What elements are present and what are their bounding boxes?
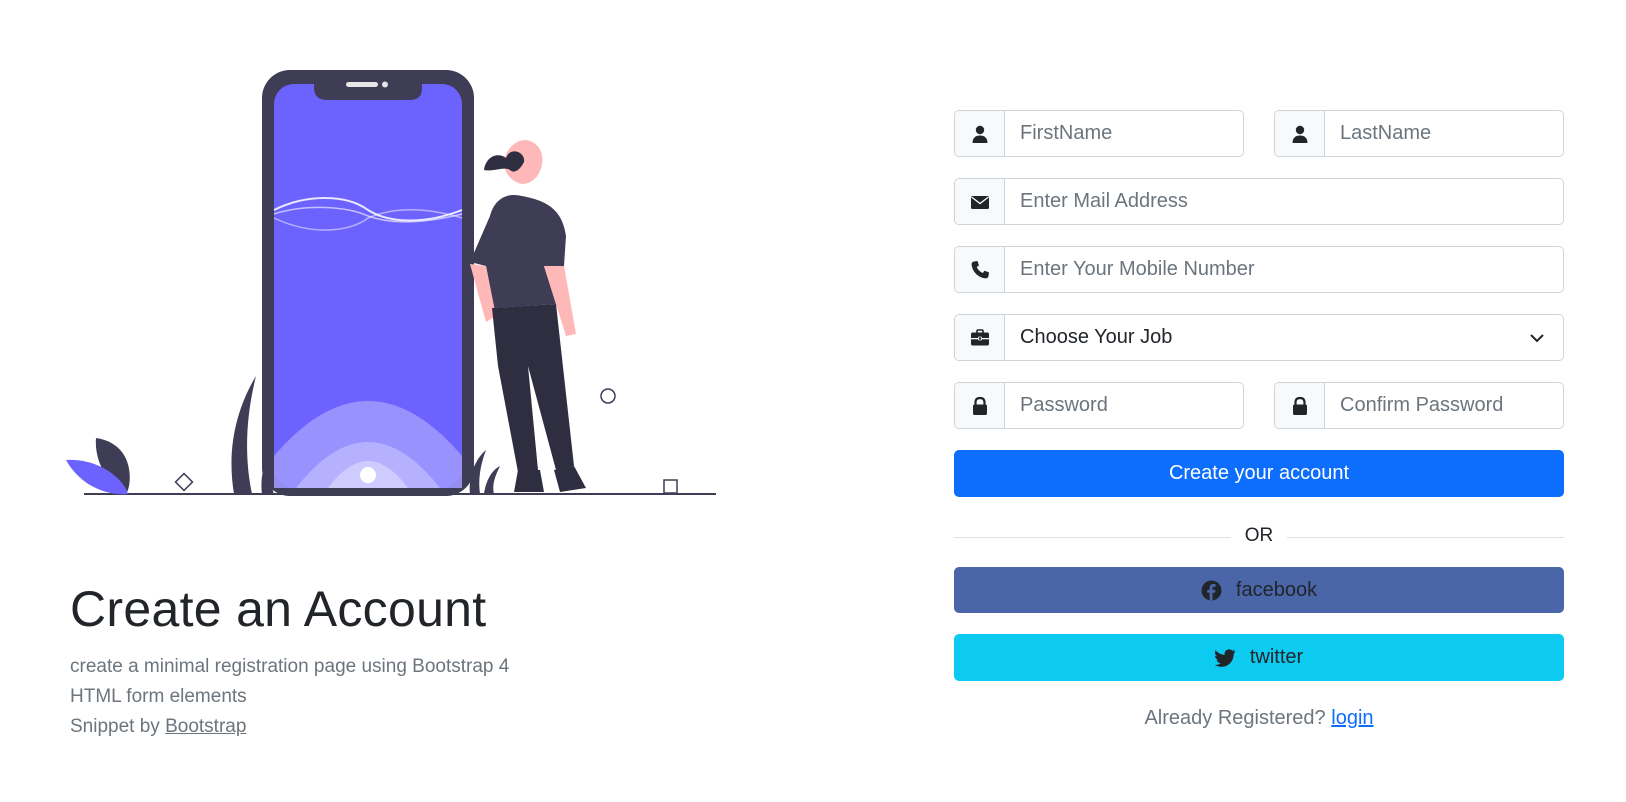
email-row xyxy=(954,178,1564,225)
twitter-icon xyxy=(1214,649,1236,667)
hero-section: Create an Account create a minimal regis… xyxy=(0,0,860,802)
last-name-group xyxy=(1274,110,1564,157)
twitter-label: twitter xyxy=(1249,646,1304,668)
user-icon xyxy=(1275,111,1325,156)
login-prompt: Already Registered? login xyxy=(954,707,1564,730)
password-group xyxy=(954,382,1244,429)
page-title: Create an Account xyxy=(70,581,487,637)
already-registered-text: Already Registered? xyxy=(1144,707,1326,729)
create-account-button[interactable]: Create your account xyxy=(954,450,1564,497)
chevron-down-icon xyxy=(1530,333,1544,342)
snippet-prefix: Snippet by xyxy=(70,716,166,737)
facebook-icon xyxy=(1201,580,1222,600)
or-label: OR xyxy=(1230,525,1288,546)
facebook-label: facebook xyxy=(1235,578,1318,601)
email-input[interactable] xyxy=(1020,190,1563,213)
email-group xyxy=(954,178,1564,225)
job-select-value: Choose Your Job xyxy=(1020,326,1173,348)
user-icon xyxy=(955,111,1005,156)
first-name-group xyxy=(954,110,1244,157)
job-row: Choose Your Job xyxy=(954,314,1564,361)
name-row xyxy=(954,110,1564,157)
lock-icon xyxy=(1275,383,1325,428)
snippet-credit: Snippet by Bootstrap xyxy=(70,712,509,742)
job-group: Choose Your Job xyxy=(954,314,1564,361)
bootstrap-link[interactable]: Bootstrap xyxy=(165,716,246,737)
phone-icon xyxy=(955,247,1005,292)
phone-person-illustration xyxy=(66,70,716,496)
first-name-input[interactable] xyxy=(1020,122,1243,145)
mobile-row xyxy=(954,246,1564,293)
briefcase-icon xyxy=(955,315,1005,360)
password-input[interactable] xyxy=(1020,394,1243,417)
or-divider: OR xyxy=(954,525,1564,549)
lock-icon xyxy=(955,383,1005,428)
last-name-input[interactable] xyxy=(1340,122,1563,145)
login-link[interactable]: login xyxy=(1331,707,1373,729)
description-line-2: HTML form elements xyxy=(70,686,247,707)
password-row xyxy=(954,382,1564,429)
twitter-button[interactable]: twitter xyxy=(954,634,1564,681)
confirm-password-group xyxy=(1274,382,1564,429)
registration-form: Choose Your Job Create your account OR f… xyxy=(954,110,1564,730)
description-line-1: create a minimal registration page using… xyxy=(70,656,510,677)
page-description: create a minimal registration page using… xyxy=(70,652,509,742)
facebook-button[interactable]: facebook xyxy=(954,567,1564,613)
mobile-input[interactable] xyxy=(1020,258,1563,281)
mobile-group xyxy=(954,246,1564,293)
confirm-password-input[interactable] xyxy=(1340,394,1563,417)
job-select[interactable]: Choose Your Job xyxy=(1005,315,1563,360)
envelope-icon xyxy=(955,179,1005,224)
